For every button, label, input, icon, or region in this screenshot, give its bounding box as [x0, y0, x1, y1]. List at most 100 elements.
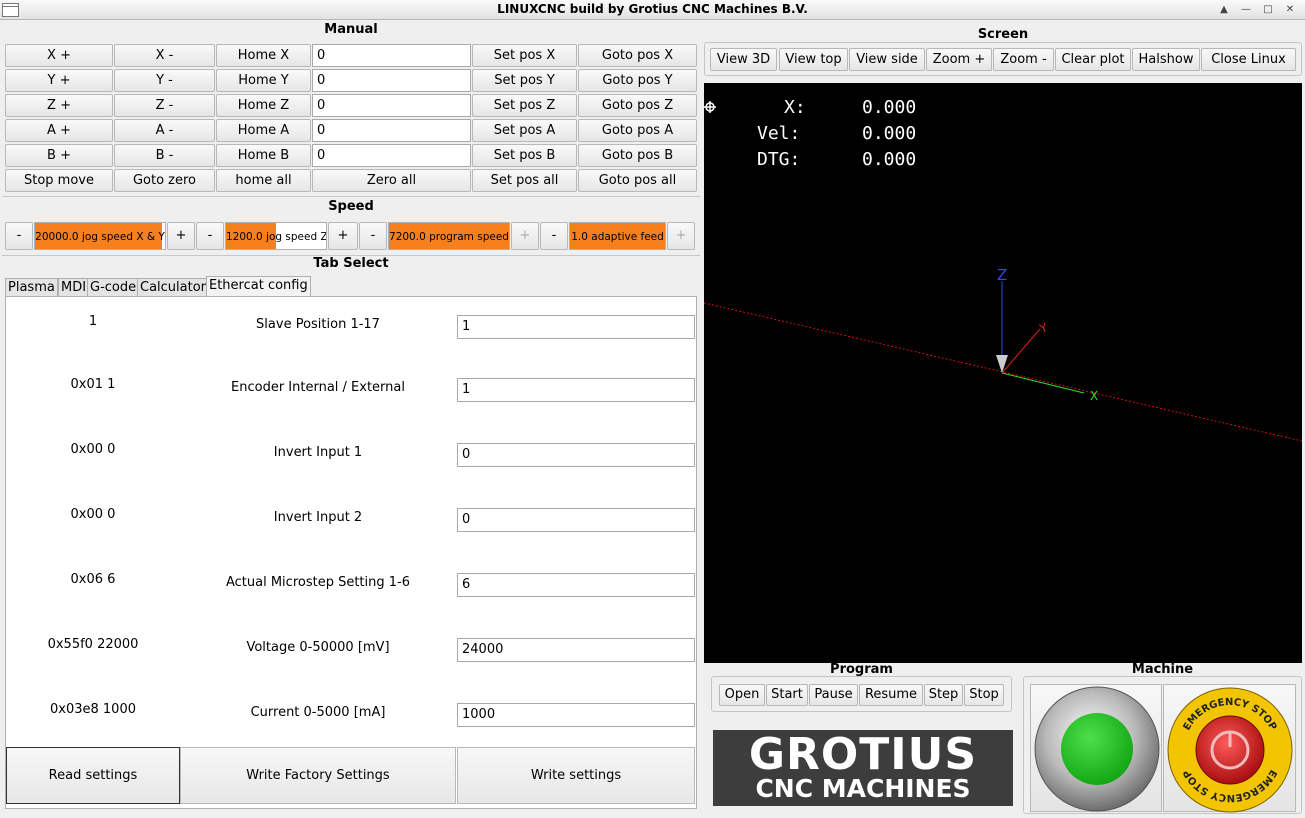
view-top-button[interactable]: View top — [779, 48, 848, 71]
ethercat-param-input[interactable]: 1000 — [457, 703, 695, 727]
program-step-button[interactable]: Step — [924, 684, 963, 706]
goto-pos-b-button[interactable]: Goto pos B — [578, 144, 697, 167]
program-resume-button[interactable]: Resume — [859, 684, 923, 706]
emergency-stop-icon: EMERGENCY STOP EMERGENCY STOP — [1167, 687, 1293, 813]
ethercat-param-label: Encoder Internal / External — [231, 380, 405, 395]
dro-x-value: 0.000 — [862, 97, 917, 118]
tab-ethercat-config[interactable]: Ethercat config — [206, 276, 311, 298]
ethercat-param-label: Invert Input 1 — [273, 445, 363, 460]
jog-plus-z-button[interactable]: Z + — [5, 94, 113, 117]
position-a-input[interactable]: 0 — [312, 119, 471, 142]
set-pos-y-button[interactable]: Set pos Y — [472, 69, 577, 92]
dro-dtg-label: DTG: — [757, 149, 801, 170]
ethercat-hex-value: 0x00 0 — [70, 442, 116, 457]
ethercat-param-input[interactable]: 0 — [457, 443, 695, 467]
start-button-icon — [1034, 686, 1160, 812]
view-side-button[interactable]: View side — [849, 48, 925, 71]
screen-title: Screen — [977, 27, 1029, 42]
goto-pos-x-button[interactable]: Goto pos X — [578, 44, 697, 67]
program-stop-button[interactable]: Stop — [964, 684, 1004, 706]
goto-pos-y-button[interactable]: Goto pos Y — [578, 69, 697, 92]
read-settings-button[interactable]: Read settings — [6, 747, 180, 804]
position-b-input[interactable]: 0 — [312, 144, 471, 167]
jog-plus-y-button[interactable]: Y + — [5, 69, 113, 92]
jog-plus-x-button[interactable]: X + — [5, 44, 113, 67]
position-y-input[interactable]: 0 — [312, 69, 471, 92]
position-x-input[interactable]: 0 — [312, 44, 471, 67]
tab-mdi[interactable]: MDI — [58, 278, 90, 297]
home-axis-x-button[interactable]: Home X — [216, 44, 311, 67]
tab-gcode[interactable]: G-code — [87, 278, 140, 297]
jog-speed-z-slider[interactable]: 1200.0 jog speed Z — [225, 222, 327, 250]
write-factory-settings-button[interactable]: Write Factory Settings — [180, 747, 456, 804]
stop-move-button[interactable]: Stop move — [5, 169, 113, 192]
home-axis-y-button[interactable]: Home Y — [216, 69, 311, 92]
keep-above-icon[interactable]: ▲ — [1214, 2, 1234, 17]
goto-pos-z-button[interactable]: Goto pos Z — [578, 94, 697, 117]
goto-zero-button[interactable]: Goto zero — [114, 169, 215, 192]
jog-plus-a-button[interactable]: A + — [5, 119, 113, 142]
machine-start-button[interactable] — [1030, 684, 1162, 812]
speed-title: Speed — [328, 199, 374, 214]
zoom-out-button[interactable]: Zoom - — [993, 48, 1054, 71]
ethercat-param-input[interactable]: 0 — [457, 508, 695, 532]
program-start-button[interactable]: Start — [766, 684, 808, 706]
preview-3d-screen[interactable]: Z Y X X: 0.000 Vel: 0.000 DTG: 0.000 — [704, 83, 1302, 663]
program-open-button[interactable]: Open — [719, 684, 765, 706]
maximize-icon[interactable]: □ — [1258, 2, 1278, 17]
home-axis-z-button[interactable]: Home Z — [216, 94, 311, 117]
jog-xy-increase-button[interactable]: + — [167, 222, 195, 250]
clear-plot-button[interactable]: Clear plot — [1055, 48, 1131, 71]
x-axis-line — [1001, 372, 1085, 394]
view-3d-button[interactable]: View 3D — [710, 48, 777, 71]
set-pos-b-button[interactable]: Set pos B — [472, 144, 577, 167]
program-speed-increase-button[interactable]: + — [511, 222, 539, 250]
ethercat-param-input[interactable]: 1 — [457, 315, 695, 339]
crosshair-icon — [704, 101, 716, 113]
adaptive-feed-decrease-button[interactable]: - — [540, 222, 568, 250]
position-z-input[interactable]: 0 — [312, 94, 471, 117]
write-settings-button[interactable]: Write settings — [457, 747, 695, 804]
set-pos-x-button[interactable]: Set pos X — [472, 44, 577, 67]
jog-xy-decrease-button[interactable]: - — [5, 222, 33, 250]
adaptive-feed-slider[interactable]: 1.0 adaptive feed — [569, 222, 666, 250]
goto-pos-a-button[interactable]: Goto pos A — [578, 119, 697, 142]
zero-all-button[interactable]: Zero all — [312, 169, 471, 192]
ethercat-param-input[interactable]: 6 — [457, 573, 695, 597]
tab-calculator[interactable]: Calculator — [137, 278, 210, 297]
close-icon[interactable]: ✕ — [1280, 2, 1300, 17]
home-axis-a-button[interactable]: Home A — [216, 119, 311, 142]
jog-minus-b-button[interactable]: B - — [114, 144, 215, 167]
program-speed-slider[interactable]: 7200.0 program speed — [388, 222, 510, 250]
minimize-icon[interactable]: — — [1236, 2, 1256, 17]
goto-pos-all-button[interactable]: Goto pos all — [578, 169, 697, 192]
ethercat-param-input[interactable]: 24000 — [457, 638, 695, 662]
logo-line2: CNC MACHINES — [755, 774, 971, 803]
adaptive-feed-increase-button[interactable]: + — [667, 222, 695, 250]
set-pos-all-button[interactable]: Set pos all — [472, 169, 577, 192]
close-linux-button[interactable]: Close Linux — [1201, 48, 1296, 71]
logo-line1: GROTIUS — [748, 729, 978, 780]
jog-speed-xy-slider[interactable]: 20000.0 jog speed X & Y — [34, 222, 166, 250]
z-axis-label: Z — [997, 266, 1007, 284]
jog-z-decrease-button[interactable]: - — [196, 222, 224, 250]
jog-z-increase-button[interactable]: + — [328, 222, 358, 250]
home-axis-b-button[interactable]: Home B — [216, 144, 311, 167]
jog-plus-b-button[interactable]: B + — [5, 144, 113, 167]
set-pos-z-button[interactable]: Set pos Z — [472, 94, 577, 117]
tab-plasma[interactable]: Plasma — [5, 278, 58, 297]
ethercat-param-input[interactable]: 1 — [457, 378, 695, 402]
halshow-button[interactable]: Halshow — [1132, 48, 1200, 71]
home-all-button[interactable]: home all — [216, 169, 311, 192]
program-pause-button[interactable]: Pause — [809, 684, 858, 706]
jog-minus-z-button[interactable]: Z - — [114, 94, 215, 117]
program-speed-decrease-button[interactable]: - — [359, 222, 387, 250]
jog-minus-x-button[interactable]: X - — [114, 44, 215, 67]
set-pos-a-button[interactable]: Set pos A — [472, 119, 577, 142]
emergency-stop-button[interactable]: EMERGENCY STOP EMERGENCY STOP — [1163, 684, 1296, 813]
jog-minus-y-button[interactable]: Y - — [114, 69, 215, 92]
preview-plot: Z Y X — [704, 101, 1302, 442]
zoom-in-button[interactable]: Zoom + — [926, 48, 992, 71]
y-axis-label: Y — [1037, 320, 1050, 336]
jog-minus-a-button[interactable]: A - — [114, 119, 215, 142]
